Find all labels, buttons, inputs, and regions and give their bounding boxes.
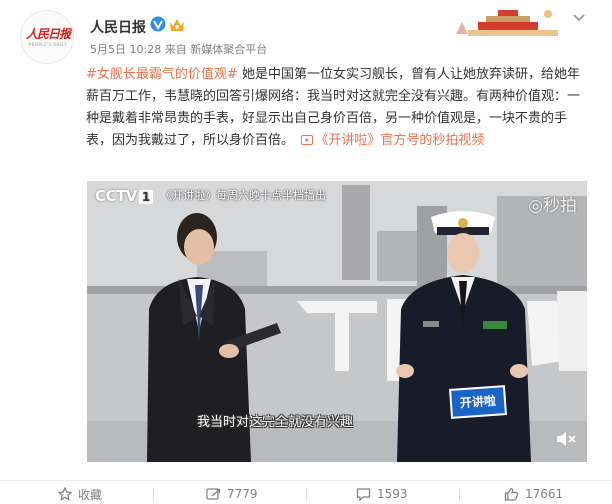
comment-count: 1593 [377,487,408,501]
comment-icon [356,488,371,501]
weibo-post-card: 人民日报 PEOPLE'S DAILY 人民日报 5月5日 10:28 来自 新… [0,0,612,504]
video-subtitle: 我当时对这完全就没有兴趣 [196,415,353,430]
favorite-button[interactable]: 收藏 [58,486,102,502]
action-divider [153,488,154,500]
volume-mute-icon[interactable] [555,429,577,449]
post-meta: 5月5日 10:28 来自 新媒体聚合平台 [90,41,267,57]
account-avatar[interactable]: 人民日报 PEOPLE'S DAILY [20,10,74,64]
channel-logo: CCTV 1 [95,187,153,205]
channel-name: CCTV [95,187,137,205]
action-divider [306,488,307,500]
video-link-icon [300,135,313,145]
header-banner-decoration [448,4,566,40]
like-button[interactable]: 17661 [504,486,563,502]
post-time[interactable]: 5月5日 10:28 [90,43,161,56]
video-player[interactable]: CCTV 1 《开讲啦》每周六晚十点半档播出 ◎秒拍 开讲啦 我当时对这完全就没有… [87,181,587,462]
repost-button[interactable]: 7779 [206,486,258,502]
video-link-text: 《开讲啦》官方号的秒拍视频 [315,133,485,148]
repost-count: 7779 [227,487,258,501]
chevron-down-icon[interactable] [572,12,586,24]
post-text: #女舰长最霸气的价值观# 她是中国第一位女实习舰长，曾有人让她放弃读研，给她年薪… [86,64,592,152]
avatar-logo-text: 人民日报 [26,27,71,41]
post-hashtag[interactable]: #女舰长最霸气的价值观# [86,67,238,82]
watermark-text: 秒拍 [543,196,577,216]
like-count: 17661 [525,487,564,501]
post-actions-bar: 收藏 7779 1593 17661 [0,480,612,504]
verified-v-icon [150,16,166,32]
member-crown-icon[interactable] [168,16,186,33]
comment-button[interactable]: 1593 [356,486,408,502]
repost-icon [206,488,221,500]
avatar-logo-subtext: PEOPLE'S DAILY [28,42,68,47]
thumbs-up-icon [504,487,519,501]
account-name[interactable]: 人民日报 [90,17,146,37]
action-divider [459,488,460,500]
star-icon [58,487,72,501]
post-source[interactable]: 来自 新媒体聚合平台 [165,43,268,56]
broadcast-info: 《开讲啦》每周六晚十点半档播出 [161,189,326,202]
video-source-link[interactable]: 《开讲啦》官方号的秒拍视频 [298,133,484,148]
favorite-label: 收藏 [78,487,103,502]
channel-number: 1 [138,190,153,204]
miaopai-watermark: ◎秒拍 [528,196,577,216]
